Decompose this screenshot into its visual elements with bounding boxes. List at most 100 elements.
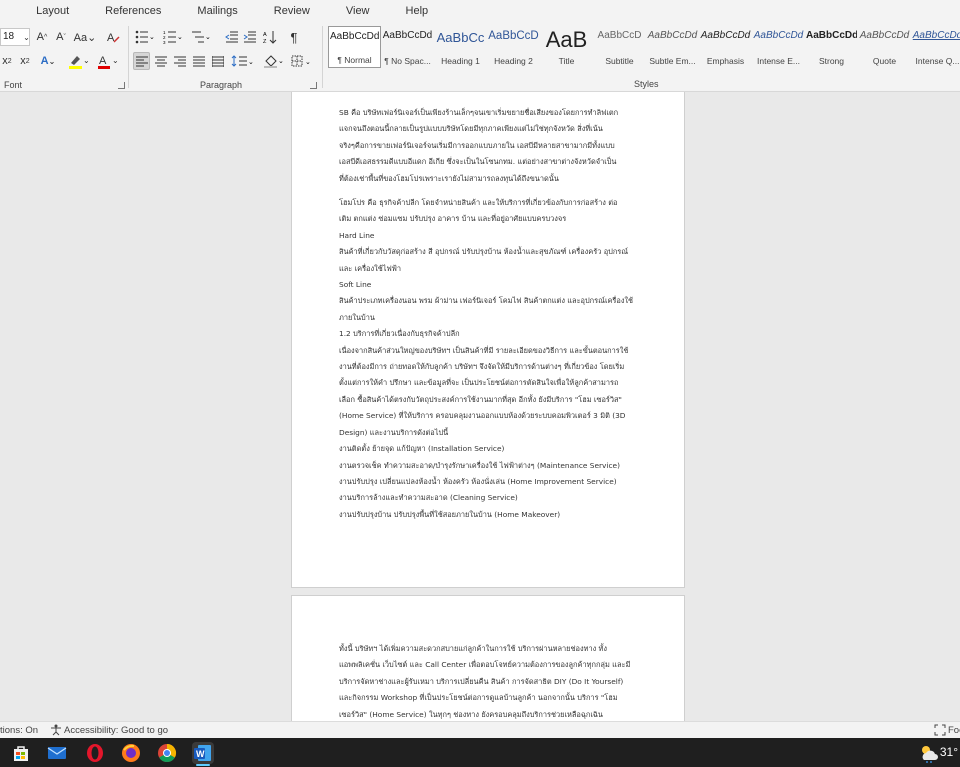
focus-mode-label[interactable]: Foc [948, 725, 960, 736]
align-right-icon[interactable] [171, 52, 188, 70]
style-normal[interactable]: AaBbCcDd ¶ Normal [328, 26, 381, 68]
borders-icon[interactable]: ⌄ [290, 52, 314, 70]
text-line: 1.2 บริการที่เกี่ยวเนื่องกับธุรกิจค้าปลี… [339, 329, 460, 339]
justify-icon[interactable] [190, 52, 207, 70]
menu-help[interactable]: Help [388, 5, 447, 17]
style-intense-emphasis[interactable]: AaBbCcDd Intense E... [752, 26, 805, 68]
accessibility-status[interactable]: Accessibility: Good to go [64, 725, 168, 736]
show-formatting-marks-icon[interactable]: ¶ [286, 28, 302, 46]
firefox-icon[interactable] [120, 742, 142, 764]
style-label: Strong [818, 56, 845, 66]
style-sample: AaBbCcDd [753, 30, 804, 41]
superscript-icon[interactable]: x2 [18, 52, 32, 70]
style-subtitle[interactable]: AaBbCcD Subtitle [593, 26, 646, 68]
style-subtle-emphasis[interactable]: AaBbCcDd Subtle Em... [646, 26, 699, 68]
multilevel-list-icon[interactable]: ⌄ [190, 28, 212, 46]
style-sample: AaBbCcDd [647, 30, 698, 41]
style-label: Heading 1 [441, 56, 480, 66]
font-dialog-launcher-icon[interactable] [118, 82, 125, 89]
status-bar: tions: On Accessibility: Good to go Foc [0, 721, 960, 738]
style-sample: AaBbCcDd [912, 30, 960, 41]
shading-icon[interactable]: ⌄ [262, 52, 286, 70]
text-line: ตั้งแต่การให้คำ ปรึกษา และข้อมูลที่จะ เป… [339, 378, 619, 388]
word-active-indicator [196, 764, 210, 766]
style-label: Subtitle [605, 56, 634, 66]
increase-indent-icon[interactable] [242, 28, 258, 46]
bullets-icon[interactable]: ⌄ [134, 28, 156, 46]
ribbon: 18 ⌄ A ^ Aˇ Aa⌄ A x2 x2 A ⌄ ⌄ A ⌄ Font ⌄ 12… [0, 22, 960, 92]
style-heading-2[interactable]: AaBbCcD Heading 2 [487, 26, 540, 68]
text-line: ที่ต้องเช่าพื้นที่ของโฮมโปรเพราะเรายังไม… [339, 173, 559, 183]
opera-icon[interactable] [84, 742, 106, 764]
document-page[interactable]: SB คือ บริษัทเฟอร์นิเจอร์เป็นเพียงร้านเล… [291, 92, 685, 588]
grow-font-icon[interactable]: A ^ [34, 28, 50, 46]
svg-text:⌄: ⌄ [205, 34, 211, 41]
style-emphasis[interactable]: AaBbCcDd Emphasis [699, 26, 752, 68]
font-group-label: Font [4, 80, 23, 90]
paragraph-services[interactable]: ทั้งนี้ บริษัทฯ ได้เพิ่มความสะดวกสบายแก่… [339, 641, 639, 721]
text-line: เนื่องจากสินค้าส่วนใหญ่ของบริษัทฯ เป็นสิ… [339, 345, 629, 355]
menu-review[interactable]: Review [256, 5, 328, 17]
distributed-icon[interactable] [209, 52, 226, 70]
shrink-font-icon[interactable]: Aˇ [53, 28, 69, 46]
style-heading-1[interactable]: AaBbCc Heading 1 [434, 26, 487, 68]
text-line: เลือก ซื้อสินค้าได้ตรงกับวัตถุประสงค์การ… [339, 394, 622, 404]
paragraph-sb-intro[interactable]: SB คือ บริษัทเฟอร์นิเจอร์เป็นเพียงร้านเล… [339, 105, 639, 187]
document-page[interactable]: ทั้งนี้ บริษัทฯ ได้เพิ่มความสะดวกสบายแก่… [291, 595, 685, 721]
change-case-icon[interactable]: Aa⌄ [74, 28, 97, 46]
paragraph-dialog-launcher-icon[interactable] [310, 82, 317, 89]
style-label: Quote [872, 56, 897, 66]
subscript-icon[interactable]: x2 [0, 52, 14, 70]
menu-view[interactable]: View [328, 5, 388, 17]
document-area[interactable]: SB คือ บริษัทเฟอร์นิเจอร์เป็นเพียงร้านเล… [0, 92, 960, 721]
svg-text:A: A [263, 32, 267, 38]
sort-icon[interactable]: AZ [262, 28, 278, 46]
text-line: เอสบีดีเอสธรรมดีแบบอีแดก อีเกีย ซึ่งจะเป… [339, 157, 617, 167]
styles-gallery: AaBbCcDd ¶ Normal AaBbCcDd ¶ No Spac... … [328, 26, 960, 70]
style-quote[interactable]: AaBbCcDd Quote [858, 26, 911, 68]
text-line: ทั้งนี้ บริษัทฯ ได้เพิ่มความสะดวกสบายแก่… [339, 644, 608, 653]
numbering-icon[interactable]: 1 2 3 ⌄ [162, 28, 184, 46]
store-icon[interactable] [10, 742, 32, 764]
font-color-icon[interactable]: A ⌄ [95, 52, 121, 70]
style-label: Heading 2 [494, 56, 533, 66]
svg-text:⌄: ⌄ [278, 58, 284, 65]
ribbon-separator [322, 26, 323, 88]
line-spacing-icon[interactable]: ⌄ [230, 52, 254, 70]
svg-text:A: A [99, 55, 107, 67]
text-line: (Home Service) ที่ให้บริการ ครอบคลุมงานอ… [339, 411, 626, 421]
chrome-icon[interactable] [156, 742, 178, 764]
style-title[interactable]: AaB Title [540, 26, 593, 68]
text-line: ภายในบ้าน [339, 312, 375, 322]
weather-icon[interactable] [918, 742, 940, 764]
status-suggestions[interactable]: tions: On [0, 725, 38, 736]
styles-group-label: Styles [634, 79, 659, 89]
style-sample: AaBbCcDd [330, 31, 379, 42]
text-line: Design) และงานบริการดังต่อไปนี้ [339, 427, 449, 437]
decrease-indent-icon[interactable] [224, 28, 240, 46]
highlight-color-icon[interactable]: ⌄ [66, 52, 92, 70]
word-icon[interactable]: W [192, 742, 214, 764]
style-sample: AaBbCcDd [859, 30, 910, 41]
font-size-dropdown-icon[interactable]: ⌄ [22, 28, 31, 46]
style-label: ¶ Normal [337, 55, 372, 65]
svg-text:⌄: ⌄ [177, 34, 183, 41]
align-center-icon[interactable] [152, 52, 169, 70]
text-line: สินค้าที่เกี่ยวกับวัสดุก่อสร้าง สี อุปกร… [339, 247, 629, 257]
text-effects-icon[interactable]: A ⌄ [38, 52, 58, 70]
style-sample: AaBbCcDd [806, 30, 857, 41]
style-intense-quote[interactable]: AaBbCcDd Intense Q... [911, 26, 960, 68]
style-no-spacing[interactable]: AaBbCcDd ¶ No Spac... [381, 26, 434, 68]
text-line: จริงๆคือการขายเฟอร์นิเจอร์จนเริ่มมีการออ… [339, 140, 615, 150]
text-line: งานปรับปรุง เปลี่ยนแปลงห้องน้ำ ห้องครัว … [339, 476, 617, 486]
menu-references[interactable]: References [87, 5, 179, 17]
menu-layout[interactable]: Layout [18, 5, 87, 17]
mail-icon[interactable] [46, 742, 68, 764]
menu-mailings[interactable]: Mailings [179, 5, 255, 17]
menu-layout-partial[interactable]: o [0, 5, 18, 17]
align-left-icon[interactable] [133, 52, 150, 70]
clear-formatting-icon[interactable]: A [104, 28, 122, 46]
paragraph-homepro[interactable]: โฮมโปร คือ ธุรกิจค้าปลีก โดยจำหน่ายสินค้… [339, 195, 639, 523]
text-line: งานติดตั้ง ย้ายจุด แก้ปัญหา (Installatio… [339, 444, 505, 454]
style-strong[interactable]: AaBbCcDd Strong [805, 26, 858, 68]
